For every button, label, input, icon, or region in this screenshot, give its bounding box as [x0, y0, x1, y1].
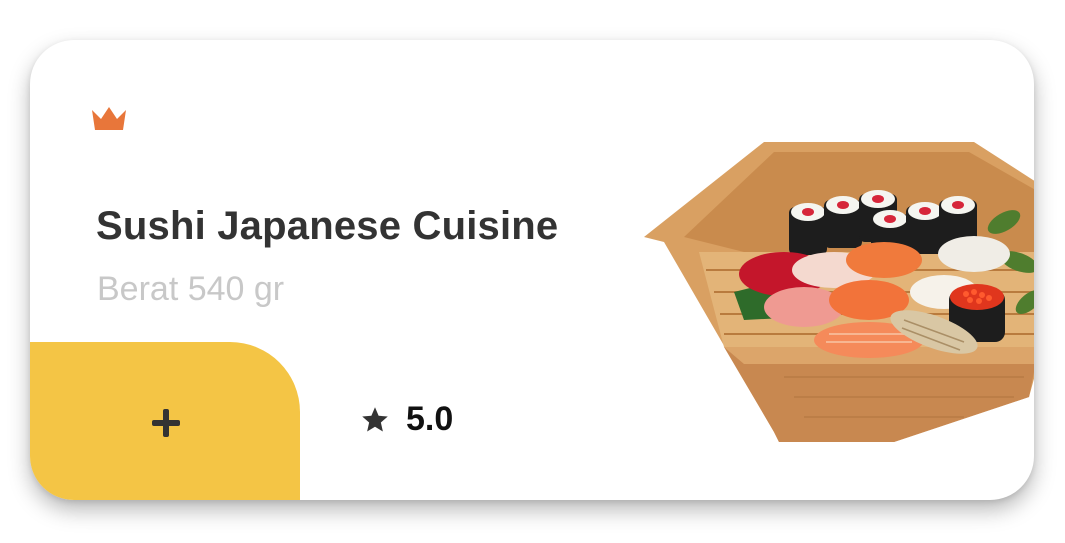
- plus-icon: [152, 409, 180, 437]
- rating-value: 5.0: [406, 400, 454, 438]
- product-title: Sushi Japanese Cuisine: [96, 204, 559, 248]
- star-icon: [362, 406, 388, 431]
- product-weight: Berat 540 gr: [97, 270, 285, 308]
- rating: 5.0: [360, 400, 453, 439]
- product-card[interactable]: Sushi Japanese Cuisine Berat 540 gr 5.0: [30, 40, 1034, 500]
- crown-icon: [92, 107, 126, 130]
- stage: Sushi Japanese Cuisine Berat 540 gr 5.0: [0, 0, 1065, 543]
- sushi-platter-image: [644, 142, 1034, 442]
- add-to-cart-button[interactable]: [30, 342, 300, 500]
